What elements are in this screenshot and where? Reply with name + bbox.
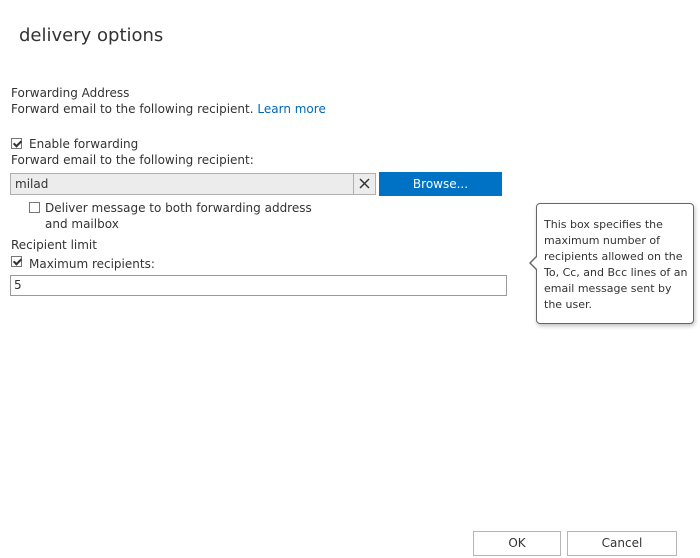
- dialog-title: delivery options: [19, 25, 164, 46]
- deliver-both-checkbox[interactable]: [29, 202, 40, 213]
- maximum-recipients-checkbox[interactable]: [11, 256, 22, 267]
- forwarding-description: Forward email to the following recipient…: [11, 101, 326, 117]
- forward-recipient-input[interactable]: milad: [10, 173, 376, 195]
- maximum-recipients-label[interactable]: Maximum recipients:: [29, 256, 155, 272]
- ok-button[interactable]: OK: [473, 531, 561, 556]
- maximum-recipients-input[interactable]: 5: [10, 275, 507, 296]
- forward-recipient-label: Forward email to the following recipient…: [11, 153, 254, 167]
- enable-forwarding-checkbox[interactable]: [11, 138, 22, 149]
- clear-recipient-button[interactable]: [353, 174, 375, 194]
- help-callout-text: This box specifies the maximum number of…: [544, 218, 688, 311]
- cancel-button[interactable]: Cancel: [567, 531, 677, 556]
- help-callout: This box specifies the maximum number of…: [529, 203, 694, 324]
- learn-more-link[interactable]: Learn more: [257, 102, 325, 116]
- enable-forwarding-label[interactable]: Enable forwarding: [29, 136, 138, 152]
- forwarding-description-text: Forward email to the following recipient…: [11, 102, 254, 116]
- maximum-recipients-value: 5: [14, 278, 22, 292]
- forward-recipient-value: milad: [15, 177, 49, 191]
- close-icon: [359, 178, 370, 189]
- recipient-limit-title: Recipient limit: [11, 238, 97, 252]
- browse-button[interactable]: Browse...: [379, 172, 502, 196]
- forwarding-section-title: Forwarding Address: [11, 86, 130, 100]
- deliver-both-label[interactable]: Deliver message to both forwarding addre…: [45, 200, 315, 232]
